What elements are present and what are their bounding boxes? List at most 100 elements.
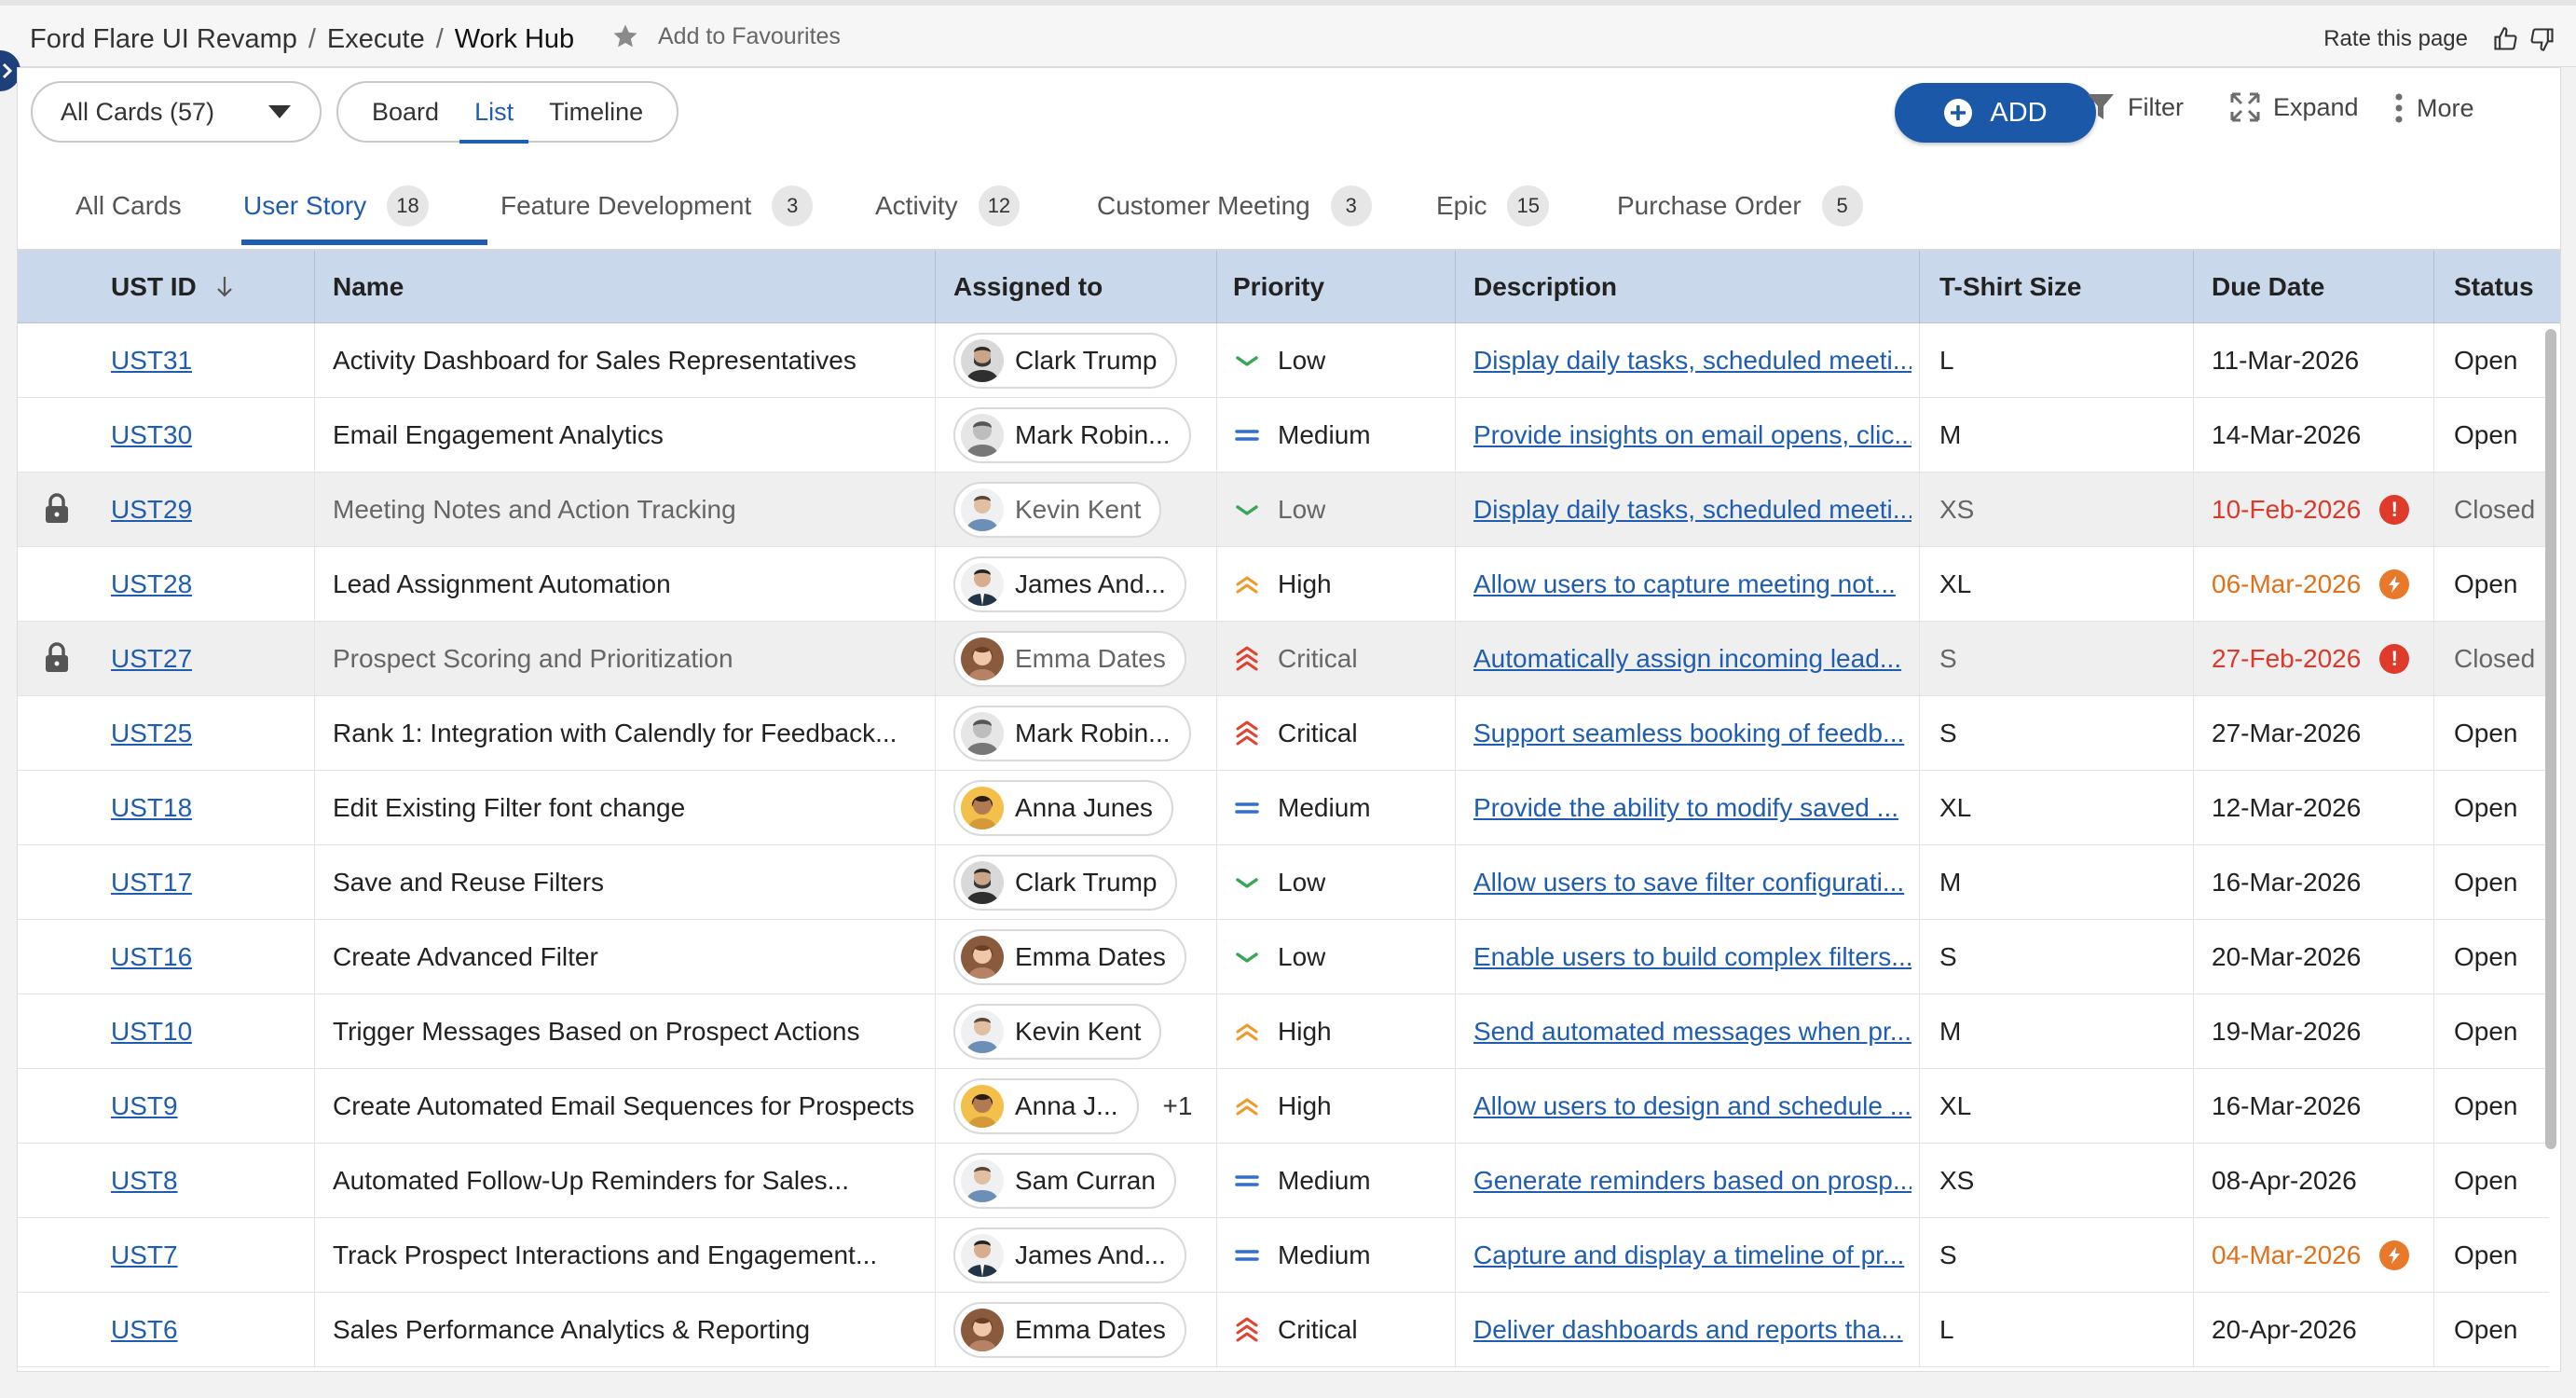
assignee-chip[interactable]: Emma Dates [953,929,1186,985]
ust-id-link[interactable]: UST10 [111,1017,192,1047]
description-link[interactable]: Capture and display a timeline of pr... [1473,1240,1904,1270]
assignee-chip[interactable]: Emma Dates [953,631,1186,687]
column-header-due-date[interactable]: Due Date [2212,251,2324,323]
add-to-favourites[interactable]: Add to Favourites [611,22,841,50]
table-row[interactable]: UST7 Track Prospect Interactions and Enga… [18,1218,2549,1293]
ust-id-link[interactable]: UST17 [111,868,192,898]
ust-id-link[interactable]: UST29 [111,495,192,525]
cell-name[interactable]: Prospect Scoring and Prioritization [333,622,920,696]
expand-button[interactable]: Expand [2230,92,2359,122]
description-link[interactable]: Provide the ability to modify saved ... [1473,793,1898,823]
more-button[interactable]: More [2394,92,2474,124]
table-row[interactable]: UST25 Rank 1: Integration with Calendly f… [18,696,2549,771]
description-link[interactable]: Enable users to build complex filters... [1473,942,1911,972]
assignee-chip[interactable]: Clark Trump [953,333,1178,389]
table-row[interactable]: UST18 Edit Existing Filter font change Ann… [18,771,2549,845]
description-link[interactable]: Provide insights on email opens, clic... [1473,420,1911,450]
tab-epic[interactable]: Epic 15 [1436,184,1549,228]
cell-name[interactable]: Activity Dashboard for Sales Representat… [333,323,920,398]
ust-id-link[interactable]: UST6 [111,1315,178,1345]
ust-id-link[interactable]: UST31 [111,346,192,376]
vertical-scrollbar[interactable] [2545,329,2556,1149]
cell-name[interactable]: Meeting Notes and Action Tracking [333,473,920,547]
table-row[interactable]: UST8 Automated Follow-Up Reminders for Sa… [18,1144,2549,1218]
assignee-chip[interactable]: Kevin Kent [953,1004,1162,1060]
ust-id-link[interactable]: UST28 [111,569,192,599]
tab-user-story[interactable]: User Story 18 [243,184,429,228]
description-link[interactable]: Send automated messages when pr... [1473,1017,1911,1047]
description-link[interactable]: Allow users to save filter configurati..… [1473,868,1904,898]
assignee-chip[interactable]: James And... [953,556,1186,612]
ust-id-link[interactable]: UST30 [111,420,192,450]
tab-all-cards[interactable]: All Cards [75,184,182,228]
description-link[interactable]: Allow users to capture meeting not... [1473,569,1896,599]
thumbs-up-icon[interactable] [2492,26,2518,52]
description-link[interactable]: Display daily tasks, scheduled meeti... [1473,346,1911,376]
assignee-chip[interactable]: Sam Curran [953,1153,1176,1209]
assignee-chip[interactable]: James And... [953,1227,1186,1283]
additional-assignees-count[interactable]: +1 [1163,1091,1193,1121]
table-row[interactable]: UST30 Email Engagement Analytics Mark Robi… [18,398,2549,473]
cell-name[interactable]: Trigger Messages Based on Prospect Actio… [333,994,920,1069]
assignee-chip[interactable]: Mark Robin... [953,407,1191,463]
table-row[interactable]: UST27 Prospect Scoring and Prioritization… [18,622,2549,696]
column-header-priority[interactable]: Priority [1233,251,1324,323]
view-timeline[interactable]: Timeline [549,98,643,127]
assignee-chip[interactable]: Anna J... [953,1078,1139,1134]
assignee-chip[interactable]: Anna Junes [953,780,1173,836]
cell-name[interactable]: Automated Follow-Up Reminders for Sales.… [333,1144,920,1218]
view-board[interactable]: Board [372,98,439,127]
horizontal-scrollbar[interactable] [18,1369,2553,1372]
ust-id-link[interactable]: UST25 [111,719,192,748]
ust-id-link[interactable]: UST18 [111,793,192,823]
filter-button[interactable]: Filter [2087,92,2184,122]
cell-name[interactable]: Save and Reuse Filters [333,845,920,920]
assignee-chip[interactable]: Emma Dates [953,1302,1186,1358]
column-header-assigned[interactable]: Assigned to [953,251,1103,323]
ust-id-link[interactable]: UST27 [111,644,192,674]
thumbs-down-icon[interactable] [2529,26,2555,52]
cell-name[interactable]: Edit Existing Filter font change [333,771,920,845]
tab-purchase-order[interactable]: Purchase Order 5 [1617,184,1863,228]
assignee-chip[interactable]: Mark Robin... [953,706,1191,761]
table-row[interactable]: UST6 Sales Performance Analytics & Report… [18,1293,2549,1367]
table-row[interactable]: UST17 Save and Reuse Filters Clark Trump Lo… [18,845,2549,920]
description-link[interactable]: Generate reminders based on prosp... [1473,1166,1911,1196]
table-row[interactable]: UST29 Meeting Notes and Action Tracking Ke… [18,473,2549,547]
column-header-description[interactable]: Description [1473,251,1617,323]
column-header-ust-id[interactable]: UST ID [111,251,236,323]
add-button[interactable]: ADD [1895,83,2096,143]
scrollbar-thumb[interactable] [21,1371,1360,1372]
breadcrumb-item-project[interactable]: Ford Flare UI Revamp [30,24,297,54]
cell-name[interactable]: Lead Assignment Automation [333,547,920,622]
assignee-chip[interactable]: Kevin Kent [953,482,1162,538]
description-link[interactable]: Deliver dashboards and reports tha... [1473,1315,1903,1345]
tab-customer-meeting[interactable]: Customer Meeting 3 [1097,184,1372,228]
table-row[interactable]: UST9 Create Automated Email Sequences for… [18,1069,2549,1144]
cell-name[interactable]: Rank 1: Integration with Calendly for Fe… [333,696,920,771]
column-header-name[interactable]: Name [333,251,404,323]
table-row[interactable]: UST31 Activity Dashboard for Sales Repres… [18,323,2549,398]
card-filter-select[interactable]: All Cards (57) [31,81,322,143]
table-row[interactable]: UST28 Lead Assignment Automation James And… [18,547,2549,622]
breadcrumb-item-execute[interactable]: Execute [327,24,425,54]
table-row[interactable]: UST10 Trigger Messages Based on Prospect … [18,994,2549,1069]
cell-name[interactable]: Track Prospect Interactions and Engageme… [333,1218,920,1293]
column-header-status[interactable]: Status [2454,251,2534,323]
cell-name[interactable]: Email Engagement Analytics [333,398,920,473]
description-link[interactable]: Allow users to design and schedule ... [1473,1091,1911,1121]
cell-name[interactable]: Sales Performance Analytics & Reporting [333,1293,920,1367]
sort-descending-icon[interactable] [213,275,236,299]
cell-name[interactable]: Create Automated Email Sequences for Pro… [333,1069,920,1144]
ust-id-link[interactable]: UST9 [111,1091,178,1121]
description-link[interactable]: Display daily tasks, scheduled meeti... [1473,495,1911,525]
table-row[interactable]: UST16 Create Advanced Filter Emma Dates Low… [18,920,2549,994]
ust-id-link[interactable]: UST7 [111,1240,178,1270]
assignee-chip[interactable]: Clark Trump [953,855,1178,911]
column-header-size[interactable]: T-Shirt Size [1939,251,2081,323]
ust-id-link[interactable]: UST16 [111,942,192,972]
cell-name[interactable]: Create Advanced Filter [333,920,920,994]
tab-feature-development[interactable]: Feature Development 3 [500,184,814,228]
description-link[interactable]: Automatically assign incoming lead... [1473,644,1901,674]
ust-id-link[interactable]: UST8 [111,1166,178,1196]
